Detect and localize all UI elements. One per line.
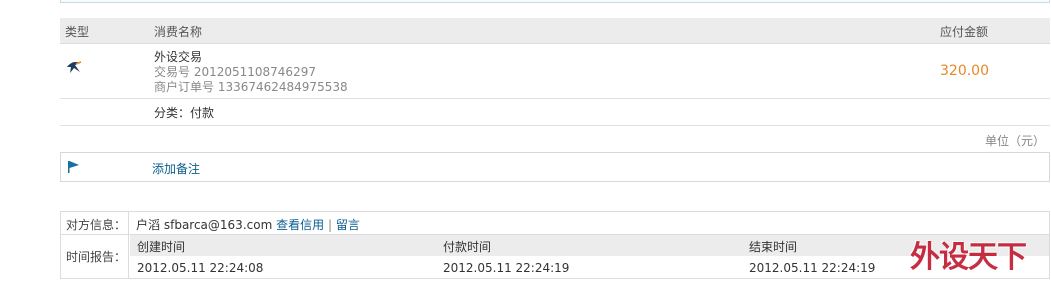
end-time-value: 2012.05.11 22:24:19 <box>749 261 876 275</box>
paid-time-value: 2012.05.11 22:24:19 <box>443 261 570 275</box>
counterparty-label-cell: 对方信息： <box>61 212 129 234</box>
time-report-label: 时间报告： <box>66 250 127 264</box>
row-divider <box>60 98 1050 99</box>
note-box: 添加备注 <box>60 152 1050 182</box>
col-name-header: 消费名称 <box>154 25 203 39</box>
swallow-icon <box>65 59 83 77</box>
merchant-order-number: 商户订单号 13367462484975538 <box>154 80 348 94</box>
category-label: 分类：付款 <box>154 106 215 120</box>
counterparty-label: 对方信息： <box>66 218 127 232</box>
time-report-label-cell: 时间报告： <box>61 235 129 278</box>
table-header: 类型 消费名称 应付金额 <box>60 18 1050 44</box>
link-separator: | <box>327 218 332 232</box>
add-note-link[interactable]: 添加备注 <box>152 160 200 177</box>
flag-icon <box>67 160 81 177</box>
top-panel-edge <box>60 0 1050 3</box>
paid-time-header: 付款时间 <box>443 240 492 254</box>
end-time-header: 结束时间 <box>749 240 798 254</box>
row-divider <box>60 125 1050 126</box>
watermark-logo: 外设天下 <box>910 240 1027 275</box>
col-amount-header: 应付金额 <box>940 25 989 39</box>
leave-message-link[interactable]: 留言 <box>336 218 360 232</box>
created-time-header: 创建时间 <box>137 240 186 254</box>
info-table: 对方信息： 户滔 sfbarca@163.com 查看信用 | 留言 时间报告：… <box>60 211 1050 279</box>
counterparty-name: 户滔 <box>136 218 161 232</box>
view-credit-link[interactable]: 查看信用 <box>276 218 324 232</box>
col-type-header: 类型 <box>65 25 90 39</box>
unit-label: 单位（元） <box>985 134 1046 148</box>
amount-value: 320.00 <box>940 63 989 79</box>
counterparty-info: 户滔 sfbarca@163.com 查看信用 | 留言 <box>136 216 360 233</box>
created-time-value: 2012.05.11 22:24:08 <box>137 261 264 275</box>
counterparty-email: sfbarca@163.com <box>163 218 273 232</box>
